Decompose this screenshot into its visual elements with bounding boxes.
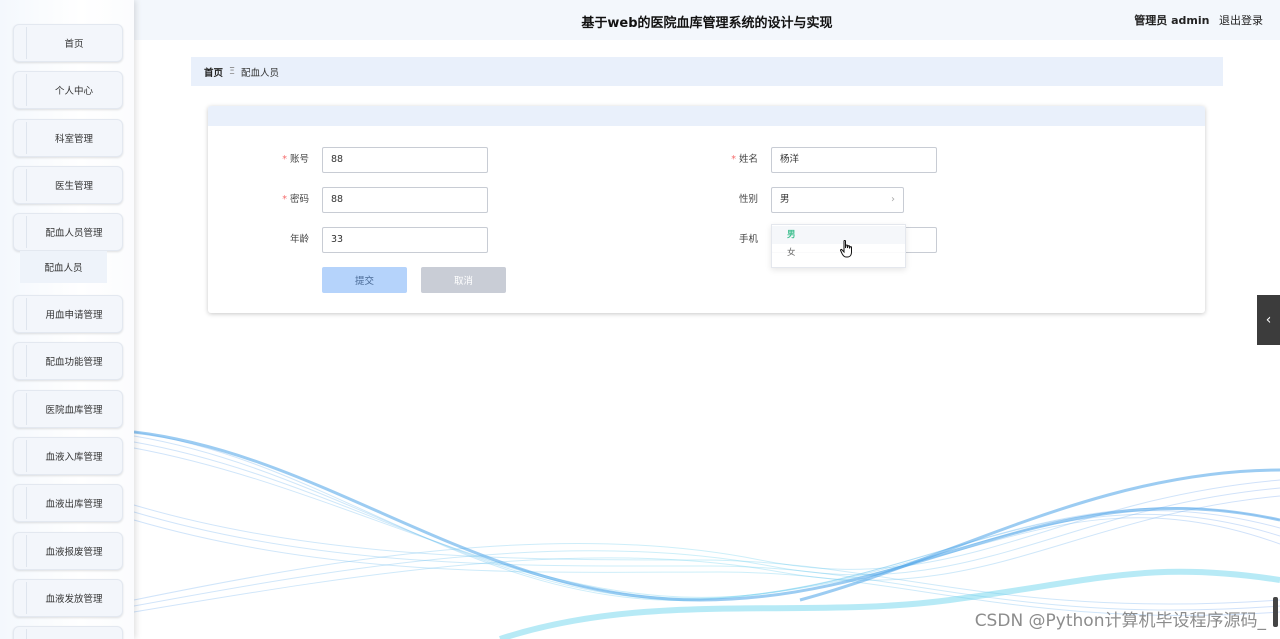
scrollbar-thumb[interactable] bbox=[1273, 597, 1278, 627]
age-label: 年龄 bbox=[289, 234, 309, 245]
phone-label: 手机 bbox=[738, 234, 758, 245]
account-label: * 账号 bbox=[282, 154, 309, 165]
sidebar-item-label: 血液入库管理 bbox=[45, 452, 103, 463]
required-mark: * bbox=[731, 154, 736, 165]
name-input[interactable]: 杨洋 bbox=[771, 147, 937, 173]
page: 首页 个人中心 科室管理 医生管理 配血人员管理 配血人员 用血申请管理 配血功… bbox=[0, 0, 1280, 639]
hand-cursor-icon bbox=[840, 240, 852, 258]
breadcrumb-home[interactable]: 首页 bbox=[204, 65, 223, 79]
sidebar: 首页 个人中心 科室管理 医生管理 配血人员管理 配血人员 用血申请管理 配血功… bbox=[0, 0, 134, 639]
user-role: 管理员 admin bbox=[1134, 14, 1210, 27]
logout-link[interactable]: 退出登录 bbox=[1219, 14, 1263, 27]
name-label: * 姓名 bbox=[731, 154, 758, 165]
required-mark: * bbox=[282, 154, 287, 165]
sidebar-item-more[interactable] bbox=[13, 626, 123, 639]
sidebar-item-label: 首页 bbox=[64, 39, 84, 50]
gender-select[interactable]: 男 › bbox=[771, 187, 904, 213]
sidebar-item-label: 配血人员管理 bbox=[45, 228, 103, 239]
breadcrumb-current: 配血人员 bbox=[241, 67, 280, 79]
gender-dropdown: 男 女 bbox=[771, 224, 906, 268]
sidebar-item-label: 血液报废管理 bbox=[45, 547, 103, 558]
sidebar-item-crossmatch-staff[interactable]: 配血人员管理 bbox=[13, 213, 123, 251]
sidebar-item-blood-inbound[interactable]: 血液入库管理 bbox=[13, 437, 123, 475]
user-area: 管理员 admin 退出登录 bbox=[1134, 12, 1263, 28]
watermark: CSDN @Python计算机毕设程序源码_ bbox=[974, 611, 1266, 631]
sidebar-item-label: 用血申请管理 bbox=[45, 310, 103, 321]
chevron-left-icon: ‹ bbox=[1265, 312, 1272, 328]
sidebar-subitem-crossmatch-staff[interactable]: 配血人员 bbox=[20, 251, 107, 283]
password-input[interactable]: 88 bbox=[322, 187, 488, 213]
sidebar-item-label: 医院血库管理 bbox=[45, 405, 103, 416]
age-input[interactable]: 33 bbox=[322, 227, 488, 253]
cancel-button[interactable]: 取消 bbox=[421, 267, 506, 293]
collapse-panel-button[interactable]: ‹ bbox=[1257, 295, 1280, 345]
gender-select-value: 男 bbox=[780, 194, 790, 205]
account-input[interactable]: 88 bbox=[322, 147, 488, 173]
sidebar-item-label: 科室管理 bbox=[54, 134, 93, 145]
sidebar-item-label: 血液出库管理 bbox=[45, 499, 103, 510]
form-card: *账号 88 *姓名 杨洋 *密码 88 性别 男 › 年龄 33 手机 138… bbox=[208, 106, 1205, 313]
wave-background bbox=[133, 430, 1280, 639]
sidebar-item-label: 血液发放管理 bbox=[45, 594, 103, 605]
sidebar-item-label: 个人中心 bbox=[54, 86, 93, 97]
sidebar-item-doctor[interactable]: 医生管理 bbox=[13, 166, 123, 204]
sidebar-item-home[interactable]: 首页 bbox=[13, 24, 123, 62]
sidebar-item-department[interactable]: 科室管理 bbox=[13, 119, 123, 157]
sidebar-item-blood-scrap[interactable]: 血液报废管理 bbox=[13, 532, 123, 570]
sidebar-item-blood-bank[interactable]: 医院血库管理 bbox=[13, 390, 123, 428]
chevron-right-icon: › bbox=[891, 194, 895, 205]
top-header: 基于web的医院血库管理系统的设计与实现 管理员 admin 退出登录 bbox=[134, 0, 1280, 40]
sidebar-item-blood-issue[interactable]: 血液发放管理 bbox=[13, 579, 123, 617]
gender-label: 性别 bbox=[738, 194, 758, 205]
password-label: * 密码 bbox=[282, 194, 309, 205]
breadcrumb: 首页 Ξ 配血人员 bbox=[191, 57, 1223, 86]
gender-option-female[interactable]: 女 bbox=[772, 244, 905, 262]
sidebar-item-label: 医生管理 bbox=[54, 181, 93, 192]
submit-button[interactable]: 提交 bbox=[322, 267, 407, 293]
card-header bbox=[208, 106, 1205, 126]
page-title: 基于web的医院血库管理系统的设计与实现 bbox=[581, 16, 833, 31]
breadcrumb-separator: Ξ bbox=[229, 66, 236, 77]
gender-option-male[interactable]: 男 bbox=[772, 226, 905, 244]
required-mark: * bbox=[282, 194, 287, 205]
sidebar-item-blood-outbound[interactable]: 血液出库管理 bbox=[13, 484, 123, 522]
sidebar-item-blood-request[interactable]: 用血申请管理 bbox=[13, 295, 123, 333]
sidebar-item-personal-center[interactable]: 个人中心 bbox=[13, 71, 123, 109]
sidebar-item-crossmatch-function[interactable]: 配血功能管理 bbox=[13, 342, 123, 380]
sidebar-item-label: 配血功能管理 bbox=[45, 357, 103, 368]
